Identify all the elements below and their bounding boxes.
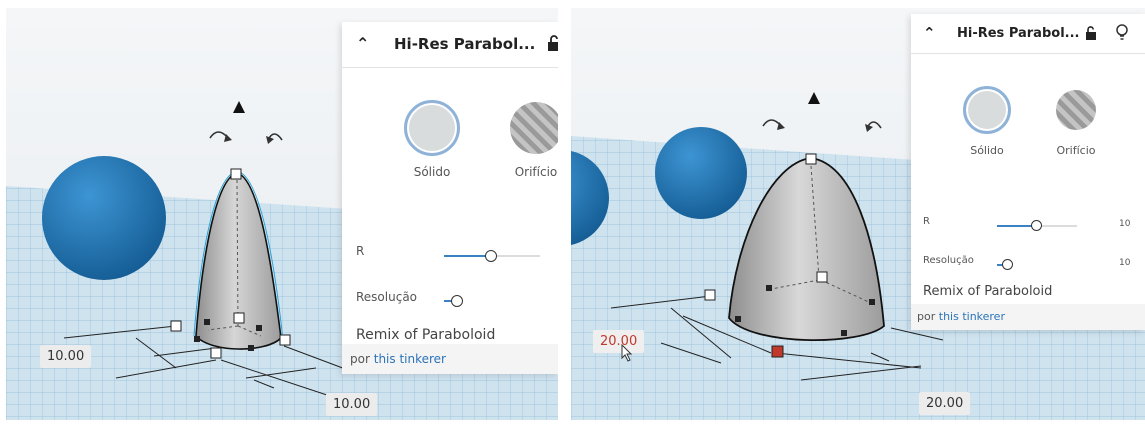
- solid-swatch-button[interactable]: [404, 100, 460, 156]
- r-slider-fill: [997, 225, 1035, 227]
- byline: por this tinkerer: [917, 310, 1005, 323]
- attribution-bar: por this tinkerer: [911, 304, 1145, 330]
- hole-swatch-button[interactable]: [510, 102, 558, 154]
- author-link[interactable]: this tinkerer: [374, 352, 446, 366]
- resolution-slider-knob[interactable]: [451, 295, 463, 307]
- unlocked-padlock-icon[interactable]: [547, 34, 558, 52]
- r-label: R: [356, 244, 365, 258]
- resolution-slider-knob[interactable]: [1002, 259, 1013, 270]
- dimension-input-left[interactable]: 10.00: [40, 345, 92, 368]
- r-value: 10: [1119, 219, 1131, 229]
- by-prefix: por: [917, 310, 936, 323]
- panel-header: ⌃ Hi-Res Parabol...: [911, 14, 1145, 54]
- unlocked-padlock-icon[interactable]: [1085, 25, 1097, 41]
- corner-handle-bottom: [210, 347, 222, 359]
- chevron-up-icon[interactable]: ⌃: [356, 34, 369, 53]
- remix-of-label: Remix of Paraboloid: [356, 327, 496, 343]
- right-workplane-view: 20.00 20.00 ⌃ Hi-Res Parabol... Sólido O…: [571, 8, 1145, 420]
- remix-of-label: Remix of Paraboloid: [923, 284, 1053, 299]
- attribution-bar: por this tinkerer: [342, 344, 558, 374]
- r-label: R: [923, 216, 930, 227]
- resolution-value: 10: [1119, 258, 1131, 268]
- solid-swatch-button[interactable]: [963, 86, 1011, 134]
- dimension-input-bottom[interactable]: 10.00: [326, 393, 378, 416]
- corner-handle-left: [170, 320, 182, 332]
- sphere-shape: [42, 156, 166, 280]
- center-handle: [233, 312, 245, 324]
- sphere-shape: [655, 127, 747, 219]
- by-prefix: por: [350, 352, 370, 366]
- dimension-input-left-active[interactable]: 20.00: [593, 330, 645, 353]
- shape-title: Hi-Res Parabol...: [957, 26, 1080, 41]
- mouse-cursor-icon: [621, 344, 633, 362]
- dimension-input-bottom[interactable]: 20.00: [919, 392, 971, 415]
- author-link[interactable]: this tinkerer: [939, 310, 1005, 323]
- shape-title: Hi-Res Parabol...: [394, 35, 536, 53]
- r-slider-knob[interactable]: [485, 250, 497, 262]
- resolution-label: Resolução: [923, 255, 974, 266]
- lightbulb-icon[interactable]: [1115, 24, 1129, 42]
- resolution-label: Resolução: [356, 290, 418, 304]
- r-slider-fill: [444, 255, 490, 257]
- corner-handle-bottom-active: [771, 345, 784, 358]
- hole-swatch-button[interactable]: [1056, 90, 1096, 130]
- shape-properties-panel: ⌃ Hi-Res Parabol... Sólido Orifício R Re…: [342, 22, 558, 374]
- r-slider-knob[interactable]: [1031, 220, 1042, 231]
- top-handle: [805, 153, 817, 165]
- top-handle: [230, 168, 242, 180]
- byline: por this tinkerer: [350, 352, 446, 366]
- chevron-up-icon[interactable]: ⌃: [923, 24, 936, 42]
- panel-header: ⌃ Hi-Res Parabol...: [342, 22, 558, 68]
- corner-handle-left: [704, 289, 716, 301]
- shape-properties-panel: ⌃ Hi-Res Parabol... Sólido Orifício R 10…: [911, 14, 1145, 330]
- solid-label: Sólido: [970, 144, 1004, 157]
- hole-label: Orifício: [1056, 144, 1096, 157]
- left-workplane-view: 10.00 10.00 ⌃ Hi-Res Parabol... Sólido O…: [6, 8, 558, 420]
- solid-label: Sólido: [413, 165, 451, 179]
- center-handle: [816, 271, 828, 283]
- hole-label: Orifício: [514, 165, 558, 179]
- corner-handle-right: [279, 334, 291, 346]
